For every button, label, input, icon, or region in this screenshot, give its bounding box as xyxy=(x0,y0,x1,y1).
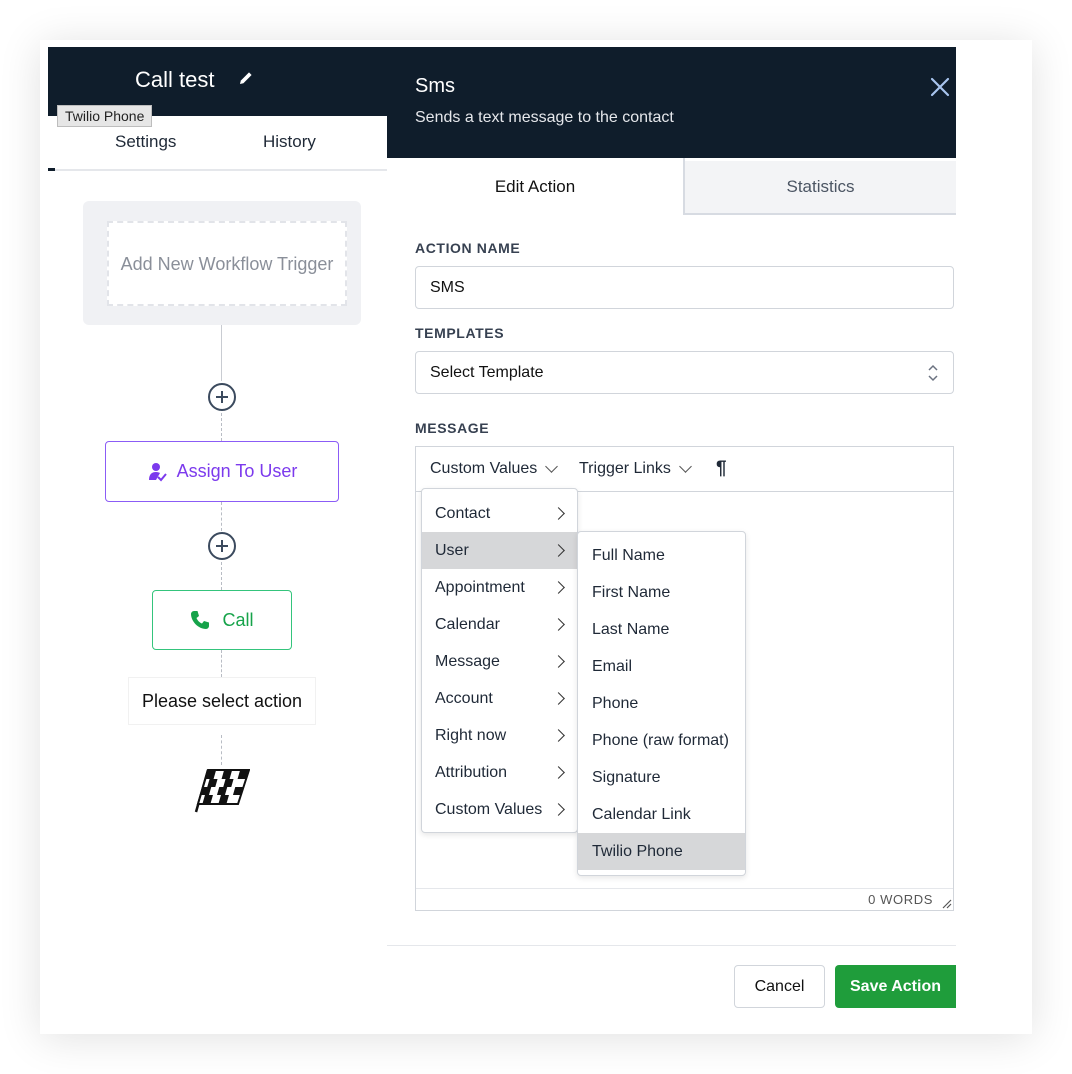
add-action-plus-icon[interactable] xyxy=(208,532,236,560)
submenu-item-twilio-phone[interactable]: Twilio Phone xyxy=(578,833,745,870)
menu-item-label: Calendar xyxy=(435,616,500,633)
resize-handle-icon[interactable] xyxy=(942,899,952,909)
tab-history[interactable]: History xyxy=(263,132,316,152)
submenu-item-email[interactable]: Email xyxy=(578,648,745,685)
menu-item-label: Custom Values xyxy=(435,801,543,818)
workflow-title: Call test xyxy=(135,67,215,92)
action-panel-header: Sms Sends a text message to the contact xyxy=(387,47,956,158)
connector-line xyxy=(221,735,222,765)
menu-item-label: User xyxy=(435,542,469,559)
menu-item-label: Contact xyxy=(435,505,491,522)
submenu-item-last-name[interactable]: Last Name xyxy=(578,611,745,648)
trigger-container: Add New Workflow Trigger xyxy=(83,201,361,325)
connector-line xyxy=(221,413,222,441)
menu-item-appointment[interactable]: Appointment xyxy=(422,569,577,606)
action-subtitle: Sends a text message to the contact xyxy=(415,109,674,126)
custom-values-label: Custom Values xyxy=(430,460,538,477)
assign-node-label: Assign To User xyxy=(176,461,298,481)
trigger-links-label: Trigger Links xyxy=(579,460,671,477)
call-node-label: Call xyxy=(222,609,254,630)
chevron-right-icon xyxy=(552,729,565,742)
assign-to-user-node[interactable]: Assign To User xyxy=(105,441,339,502)
menu-item-calendar[interactable]: Calendar xyxy=(422,606,577,643)
menu-item-custom-values[interactable]: Custom Values xyxy=(422,791,577,828)
footer-divider xyxy=(387,945,956,946)
menu-item-label: Message xyxy=(435,653,500,670)
chevron-down-icon xyxy=(545,460,559,473)
please-select-action[interactable]: Please select action xyxy=(128,677,316,725)
templates-label: TEMPLATES xyxy=(415,325,505,341)
submenu-item-phone-raw[interactable]: Phone (raw format) xyxy=(578,722,745,759)
menu-item-right-now[interactable]: Right now xyxy=(422,717,577,754)
add-trigger-button[interactable]: Add New Workflow Trigger xyxy=(107,221,347,306)
action-name-label: ACTION NAME xyxy=(415,240,521,256)
cancel-button[interactable]: Cancel xyxy=(734,965,825,1008)
custom-values-dropdown[interactable]: Custom Values xyxy=(430,460,559,478)
menu-item-label: Account xyxy=(435,690,493,707)
connector-line xyxy=(221,502,222,531)
select-arrows-icon xyxy=(928,364,938,382)
submenu-item-signature[interactable]: Signature xyxy=(578,759,745,796)
chevron-right-icon xyxy=(552,507,565,520)
active-tab-indicator xyxy=(48,168,55,171)
workflow-tabs: Settings History xyxy=(48,116,387,171)
submenu-item-full-name[interactable]: Full Name xyxy=(578,537,745,574)
editor-status-bar: 0 WORDS xyxy=(416,888,953,910)
word-count: 0 WORDS xyxy=(868,892,933,907)
chevron-right-icon xyxy=(552,692,565,705)
submenu-item-calendar-link[interactable]: Calendar Link xyxy=(578,796,745,833)
chevron-right-icon xyxy=(552,766,565,779)
action-title: Sms xyxy=(415,75,455,97)
template-select[interactable]: Select Template xyxy=(415,351,954,394)
menu-item-label: Attribution xyxy=(435,764,508,781)
submenu-item-first-name[interactable]: First Name xyxy=(578,574,745,611)
workflow-builder-panel: Call test Twilio Phone Settings History … xyxy=(48,47,387,1015)
call-node[interactable]: Call xyxy=(152,590,292,650)
submenu-item-phone[interactable]: Phone xyxy=(578,685,745,722)
tab-edit-action[interactable]: Edit Action xyxy=(387,158,685,215)
user-submenu: Full Name First Name Last Name Email Pho… xyxy=(577,531,746,876)
connector-line xyxy=(221,650,222,677)
edit-pencil-icon[interactable] xyxy=(237,69,255,87)
paragraph-icon[interactable]: ¶ xyxy=(716,458,727,480)
chevron-right-icon xyxy=(552,581,565,594)
chevron-right-icon xyxy=(552,655,565,668)
message-label: MESSAGE xyxy=(415,420,490,436)
menu-item-label: Right now xyxy=(435,727,507,744)
connector-line xyxy=(221,562,222,590)
user-assign-icon xyxy=(148,462,167,481)
chevron-right-icon xyxy=(552,544,565,557)
menu-item-message[interactable]: Message xyxy=(422,643,577,680)
chevron-down-icon xyxy=(679,460,692,473)
menu-item-attribution[interactable]: Attribution xyxy=(422,754,577,791)
chevron-right-icon xyxy=(552,803,565,816)
chevron-right-icon xyxy=(552,618,565,631)
close-icon[interactable] xyxy=(929,76,951,98)
trigger-links-dropdown[interactable]: Trigger Links xyxy=(579,460,692,478)
add-action-plus-icon[interactable] xyxy=(208,383,236,411)
template-select-value: Select Template xyxy=(430,364,544,381)
phone-icon xyxy=(191,611,210,629)
menu-item-label: Appointment xyxy=(435,579,525,596)
editor-toolbar: Custom Values Trigger Links ¶ xyxy=(416,447,953,492)
action-name-input[interactable]: SMS xyxy=(415,266,954,309)
menu-item-account[interactable]: Account xyxy=(422,680,577,717)
menu-item-user[interactable]: User xyxy=(422,532,577,569)
custom-values-menu: Contact User Appointment Calendar Messag… xyxy=(421,488,578,833)
tab-statistics[interactable]: Statistics xyxy=(685,161,956,215)
connector-line xyxy=(221,325,222,381)
save-action-button[interactable]: Save Action xyxy=(835,965,956,1008)
menu-item-contact[interactable]: Contact xyxy=(422,495,577,532)
finish-flag-icon xyxy=(194,769,250,813)
tab-settings[interactable]: Settings xyxy=(115,132,176,152)
